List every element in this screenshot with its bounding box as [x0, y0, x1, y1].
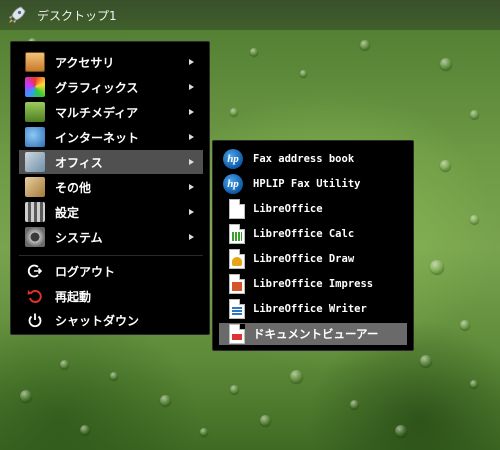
submenu-arrow-icon: [189, 134, 194, 140]
submenu-arrow-icon: [189, 234, 194, 240]
submenu-item-fax-address-book[interactable]: hp Fax address book: [219, 148, 407, 170]
submenu-item-libreoffice-impress[interactable]: LibreOffice Impress: [219, 273, 407, 295]
rocket-icon[interactable]: [7, 5, 27, 25]
internet-icon: [25, 127, 45, 147]
system-icon: [25, 227, 45, 247]
submenu-arrow-icon: [189, 59, 194, 65]
submenu-arrow-icon: [189, 159, 194, 165]
libreoffice-draw-icon: [223, 249, 245, 269]
menu-item-settings[interactable]: 設定: [19, 200, 203, 224]
other-icon: [25, 177, 45, 197]
hp-icon: hp: [223, 174, 243, 194]
submenu-arrow-icon: [189, 209, 194, 215]
menu-separator: [19, 255, 203, 256]
submenu-item-document-viewer[interactable]: ドキュメントビューアー: [219, 323, 407, 345]
submenu-item-libreoffice[interactable]: LibreOffice: [219, 198, 407, 220]
menu-item-graphics[interactable]: グラフィックス: [19, 75, 203, 99]
logout-button[interactable]: ログアウト: [19, 259, 203, 283]
multimedia-icon: [25, 102, 45, 122]
office-icon: [25, 152, 45, 172]
top-panel: デスクトップ1: [0, 0, 500, 30]
graphics-icon: [25, 77, 45, 97]
logout-icon: [27, 264, 43, 278]
panel-title: デスクトップ1: [37, 8, 117, 23]
menu-item-other[interactable]: その他: [19, 175, 203, 199]
hp-icon: hp: [223, 149, 243, 169]
shutdown-icon: [28, 313, 42, 328]
application-menu: アクセサリ グラフィックス マルチメディア インターネット オフィス その他 設…: [10, 41, 210, 335]
shutdown-button[interactable]: シャットダウン: [19, 308, 203, 332]
submenu-item-libreoffice-writer[interactable]: LibreOffice Writer: [219, 298, 407, 320]
submenu-arrow-icon: [189, 84, 194, 90]
menu-item-system[interactable]: システム: [19, 225, 203, 249]
settings-icon: [25, 202, 45, 222]
menu-item-accessories[interactable]: アクセサリ: [19, 50, 203, 74]
libreoffice-calc-icon: [223, 224, 245, 244]
accessories-icon: [25, 52, 45, 72]
submenu-item-hplip-fax-utility[interactable]: hp HPLIP Fax Utility: [219, 173, 407, 195]
submenu-arrow-icon: [189, 184, 194, 190]
menu-item-internet[interactable]: インターネット: [19, 125, 203, 149]
restart-icon: [27, 290, 42, 303]
menu-item-multimedia[interactable]: マルチメディア: [19, 100, 203, 124]
libreoffice-impress-icon: [223, 274, 245, 294]
libreoffice-writer-icon: [223, 299, 245, 319]
office-submenu: hp Fax address book hp HPLIP Fax Utility…: [212, 140, 414, 351]
submenu-item-libreoffice-draw[interactable]: LibreOffice Draw: [219, 248, 407, 270]
submenu-item-libreoffice-calc[interactable]: LibreOffice Calc: [219, 223, 407, 245]
menu-item-office[interactable]: オフィス: [19, 150, 203, 174]
submenu-arrow-icon: [189, 109, 194, 115]
document-viewer-icon: [223, 324, 245, 344]
restart-button[interactable]: 再起動: [19, 284, 203, 308]
libreoffice-icon: [223, 199, 245, 219]
